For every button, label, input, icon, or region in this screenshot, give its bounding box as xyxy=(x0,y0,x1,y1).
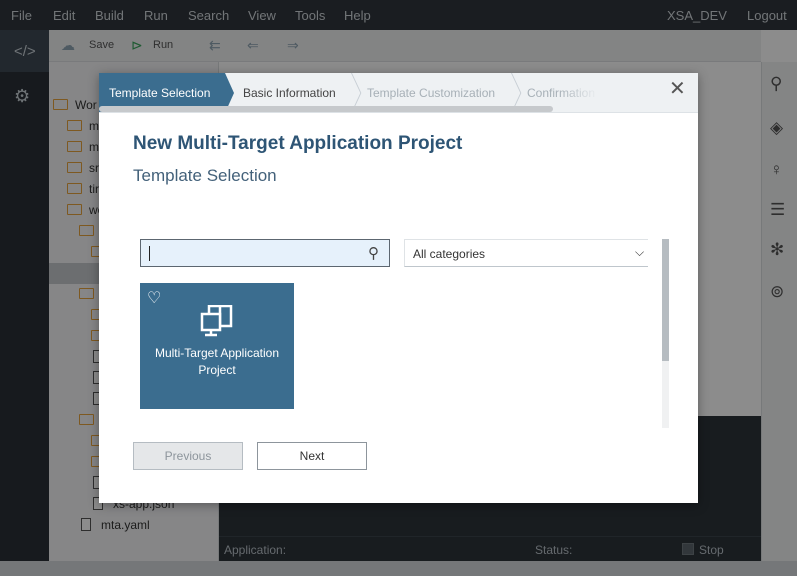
dialog-title: New Multi-Target Application Project xyxy=(133,133,463,154)
favorite-heart-icon[interactable]: ♡ xyxy=(147,288,161,308)
wizard-fade xyxy=(559,73,599,112)
dialog-subtitle: Template Selection xyxy=(133,166,277,185)
template-search-input[interactable]: ⚲ xyxy=(140,239,390,267)
new-project-dialog: Template Selection Basic Information Tem… xyxy=(99,73,698,503)
search-icon[interactable]: ⚲ xyxy=(368,244,379,262)
previous-button[interactable]: Previous xyxy=(133,442,243,470)
close-icon[interactable]: ✕ xyxy=(669,79,686,99)
chevron-down-icon[interactable]: ⌵ xyxy=(635,245,644,260)
next-button[interactable]: Next xyxy=(257,442,367,470)
scrollbar-thumb[interactable] xyxy=(662,239,669,361)
template-tile-label: Multi-Target Application Project xyxy=(140,345,294,379)
template-tile-label-line2: Project xyxy=(198,363,236,377)
template-tile-label-line1: Multi-Target Application xyxy=(154,346,280,360)
multi-target-app-icon xyxy=(200,305,233,337)
category-value: All categories xyxy=(413,247,486,261)
template-tile-mta[interactable]: ♡ Multi-Target Application Project xyxy=(140,283,294,409)
category-select[interactable]: All categories ⌵ xyxy=(404,239,648,267)
wizard-steps: Template Selection Basic Information Tem… xyxy=(99,73,698,113)
text-caret xyxy=(149,246,150,261)
wizard-scrollbar[interactable] xyxy=(99,106,553,112)
